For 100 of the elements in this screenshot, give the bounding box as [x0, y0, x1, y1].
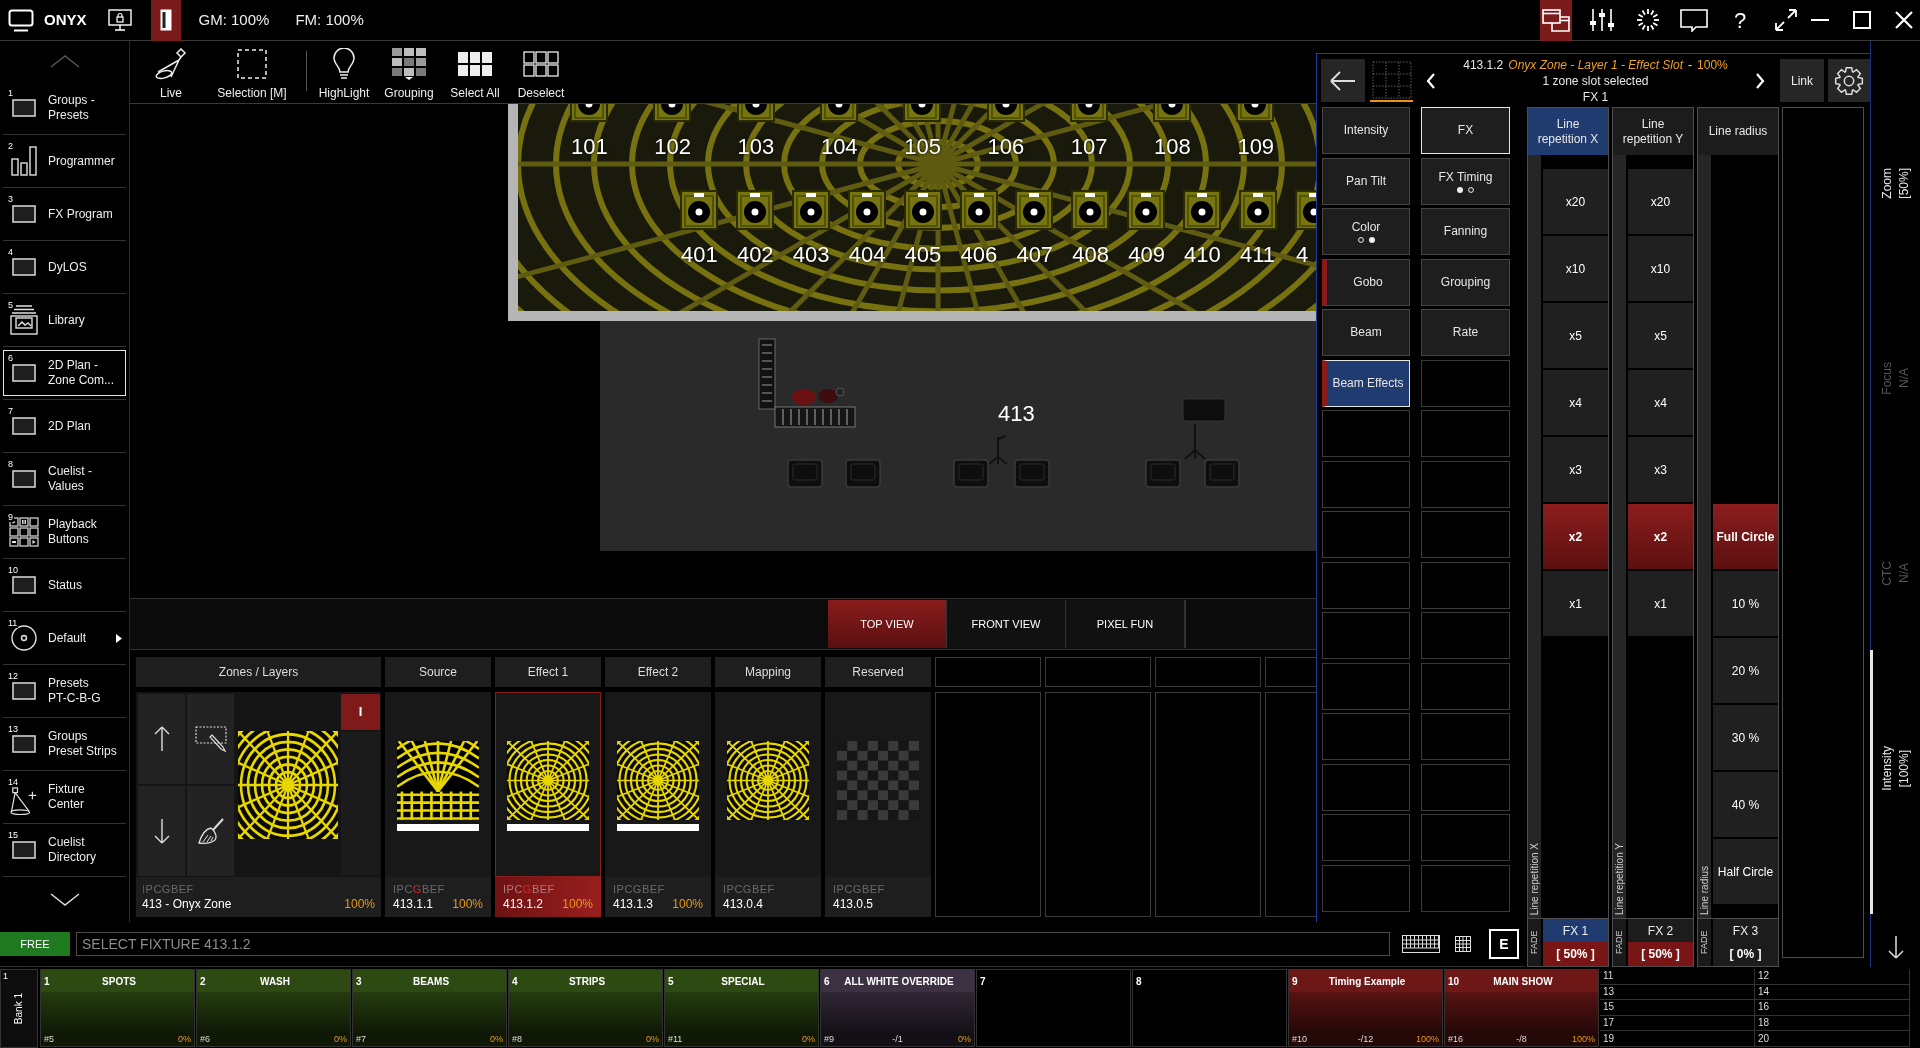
fixture-icon[interactable]	[736, 104, 775, 122]
attribute-button[interactable]: Color	[1322, 208, 1410, 255]
playback-fader[interactable]: 6 ALL WHITE OVERRIDE #9 -/1 0%	[820, 969, 975, 1047]
toolbar-button[interactable]: Select All	[444, 41, 506, 103]
parameter-header[interactable]: Line repetition X	[1528, 108, 1608, 155]
parameter-value[interactable]: 40 %	[1713, 772, 1778, 837]
parameter-value[interactable]: x20	[1628, 169, 1693, 234]
parameter-value[interactable]: 30 %	[1713, 705, 1778, 770]
fixture-icon[interactable]	[653, 104, 692, 122]
fixture-icon[interactable]	[1015, 190, 1054, 230]
parameter-value[interactable]: x5	[1543, 303, 1608, 368]
fixture-icon[interactable]	[791, 190, 830, 230]
fixture-icon[interactable]	[819, 104, 858, 122]
layer-button[interactable]: I	[341, 694, 380, 730]
playback-fader[interactable]: 8	[1132, 969, 1287, 1047]
playback-fader[interactable]: 3 BEAMS #7 0%	[352, 969, 507, 1047]
clear-button[interactable]	[187, 786, 234, 876]
fixture-icon[interactable]	[1294, 190, 1316, 230]
attribute-button[interactable]: Pan Tilt	[1322, 157, 1410, 205]
fixture-icon[interactable]	[959, 190, 998, 230]
slot-card[interactable]	[715, 692, 821, 877]
playback-fader[interactable]: 4 STRIPS #8 0%	[508, 969, 663, 1047]
toolbar-button[interactable]: Selection [M]	[212, 41, 292, 103]
parameter-value[interactable]: x10	[1628, 236, 1693, 301]
view-tab[interactable]: PIXEL FUN	[1066, 600, 1185, 648]
small-playback-button[interactable]: 20	[1755, 1031, 1910, 1047]
attribute-button[interactable]: FX	[1421, 107, 1510, 154]
monitor-icon[interactable]	[8, 8, 34, 32]
toolbar-button[interactable]: HighLight	[314, 41, 374, 103]
fixture-icon[interactable]	[1236, 104, 1275, 122]
slot-card[interactable]	[385, 692, 491, 877]
mode-button[interactable]: FREE	[0, 932, 70, 956]
slot-card[interactable]	[495, 692, 601, 877]
parameter-value[interactable]: Half Circle	[1713, 839, 1778, 904]
parameter-value[interactable]: x1	[1628, 571, 1693, 636]
chevron-up-icon[interactable]	[49, 55, 80, 68]
keyboard-icon[interactable]	[1402, 935, 1440, 953]
slot-card[interactable]	[605, 692, 711, 877]
table-icon[interactable]	[1455, 936, 1471, 952]
parameter-value[interactable]: x2	[1543, 504, 1608, 569]
parameter-header[interactable]: Line radius	[1698, 108, 1778, 155]
fixture-icon[interactable]	[847, 190, 886, 230]
playback-fader[interactable]: 2 WASH #6 0%	[196, 969, 351, 1047]
edit-button[interactable]: E	[1489, 929, 1519, 959]
command-line-field[interactable]: SELECT FIXTURE 413.1.2	[76, 932, 1390, 956]
parameter-value[interactable]: x2	[1628, 504, 1693, 569]
fixture-icon[interactable]	[735, 190, 774, 230]
parameter-value[interactable]: 10 %	[1713, 571, 1778, 636]
attribute-button[interactable]: Intensity	[1322, 107, 1410, 154]
playback-fader[interactable]: 7	[976, 969, 1131, 1047]
playback-fader[interactable]: 1 SPOTS #5 0%	[40, 969, 195, 1047]
view-tab[interactable]: FRONT VIEW	[947, 600, 1066, 648]
windows-button[interactable]	[1540, 0, 1572, 41]
select-area-button[interactable]	[187, 694, 234, 784]
parameter-value[interactable]: x4	[1628, 370, 1693, 435]
fixture-icon[interactable]	[680, 190, 718, 230]
attribute-button[interactable]: Beam Effects	[1322, 359, 1410, 407]
arrow-down-icon[interactable]	[1886, 934, 1905, 960]
strip-attribute-name[interactable]: Zoom	[1880, 168, 1894, 199]
small-playback-button[interactable]: 16	[1755, 1000, 1910, 1016]
fixture-icon[interactable]	[986, 104, 1025, 122]
fixture-icon[interactable]	[1127, 190, 1166, 230]
strip-attribute-name[interactable]: Intensity	[1880, 746, 1894, 791]
scrollbar-thumb[interactable]	[1870, 650, 1873, 914]
playback-fader[interactable]: 5 SPECIAL #11 0%	[664, 969, 819, 1047]
parameter-value[interactable]: x1	[1543, 571, 1608, 636]
attribute-button[interactable]: Grouping	[1421, 258, 1510, 306]
small-playback-button[interactable]: 19	[1600, 1031, 1755, 1047]
bank-selector[interactable]: 1 Bank 1	[0, 969, 38, 1048]
close-icon[interactable]	[1895, 11, 1913, 29]
fixture-icon[interactable]	[903, 190, 942, 230]
grid-view-button[interactable]	[1370, 59, 1413, 102]
fixture-icon[interactable]	[1071, 190, 1110, 230]
small-playback-button[interactable]: 15	[1600, 1000, 1755, 1016]
fixture-icon[interactable]	[1183, 190, 1222, 230]
parameter-value[interactable]: x4	[1543, 370, 1608, 435]
attribute-button[interactable]: Beam	[1322, 309, 1410, 356]
parameter-value[interactable]: x20	[1543, 169, 1608, 234]
fixture-icon[interactable]	[570, 104, 608, 122]
chevron-down-icon[interactable]	[49, 893, 80, 906]
fixture-icon[interactable]	[903, 104, 942, 122]
small-playback-button[interactable]: 11	[1600, 969, 1755, 985]
parameter-value[interactable]: Full Circle	[1713, 504, 1778, 569]
scroll-track[interactable]: Line repetition Y	[1613, 155, 1626, 918]
parameter-value[interactable]: 20 %	[1713, 638, 1778, 703]
attribute-button[interactable]: Rate	[1421, 309, 1510, 356]
playback-fader[interactable]: 9 Timing Example #10 -/12 100%	[1288, 969, 1443, 1047]
toolbar-button[interactable]: Deselect	[510, 41, 572, 103]
maximize-icon[interactable]	[1853, 11, 1871, 29]
settings-button[interactable]	[1828, 59, 1870, 102]
layout-toggle-button[interactable]	[150, 0, 181, 41]
parameter-value[interactable]: x10	[1543, 236, 1608, 301]
attribute-button[interactable]: FX Timing	[1421, 157, 1510, 205]
locked-monitor-icon[interactable]	[107, 9, 132, 31]
attribute-button[interactable]: Gobo	[1322, 258, 1410, 306]
fixture-icon[interactable]	[1153, 104, 1192, 122]
parameter-value[interactable]: x5	[1628, 303, 1693, 368]
view-tab[interactable]: TOP VIEW	[828, 600, 947, 648]
parameter-header[interactable]: Line repetition Y	[1613, 108, 1693, 155]
link-button[interactable]: Link	[1780, 59, 1824, 102]
